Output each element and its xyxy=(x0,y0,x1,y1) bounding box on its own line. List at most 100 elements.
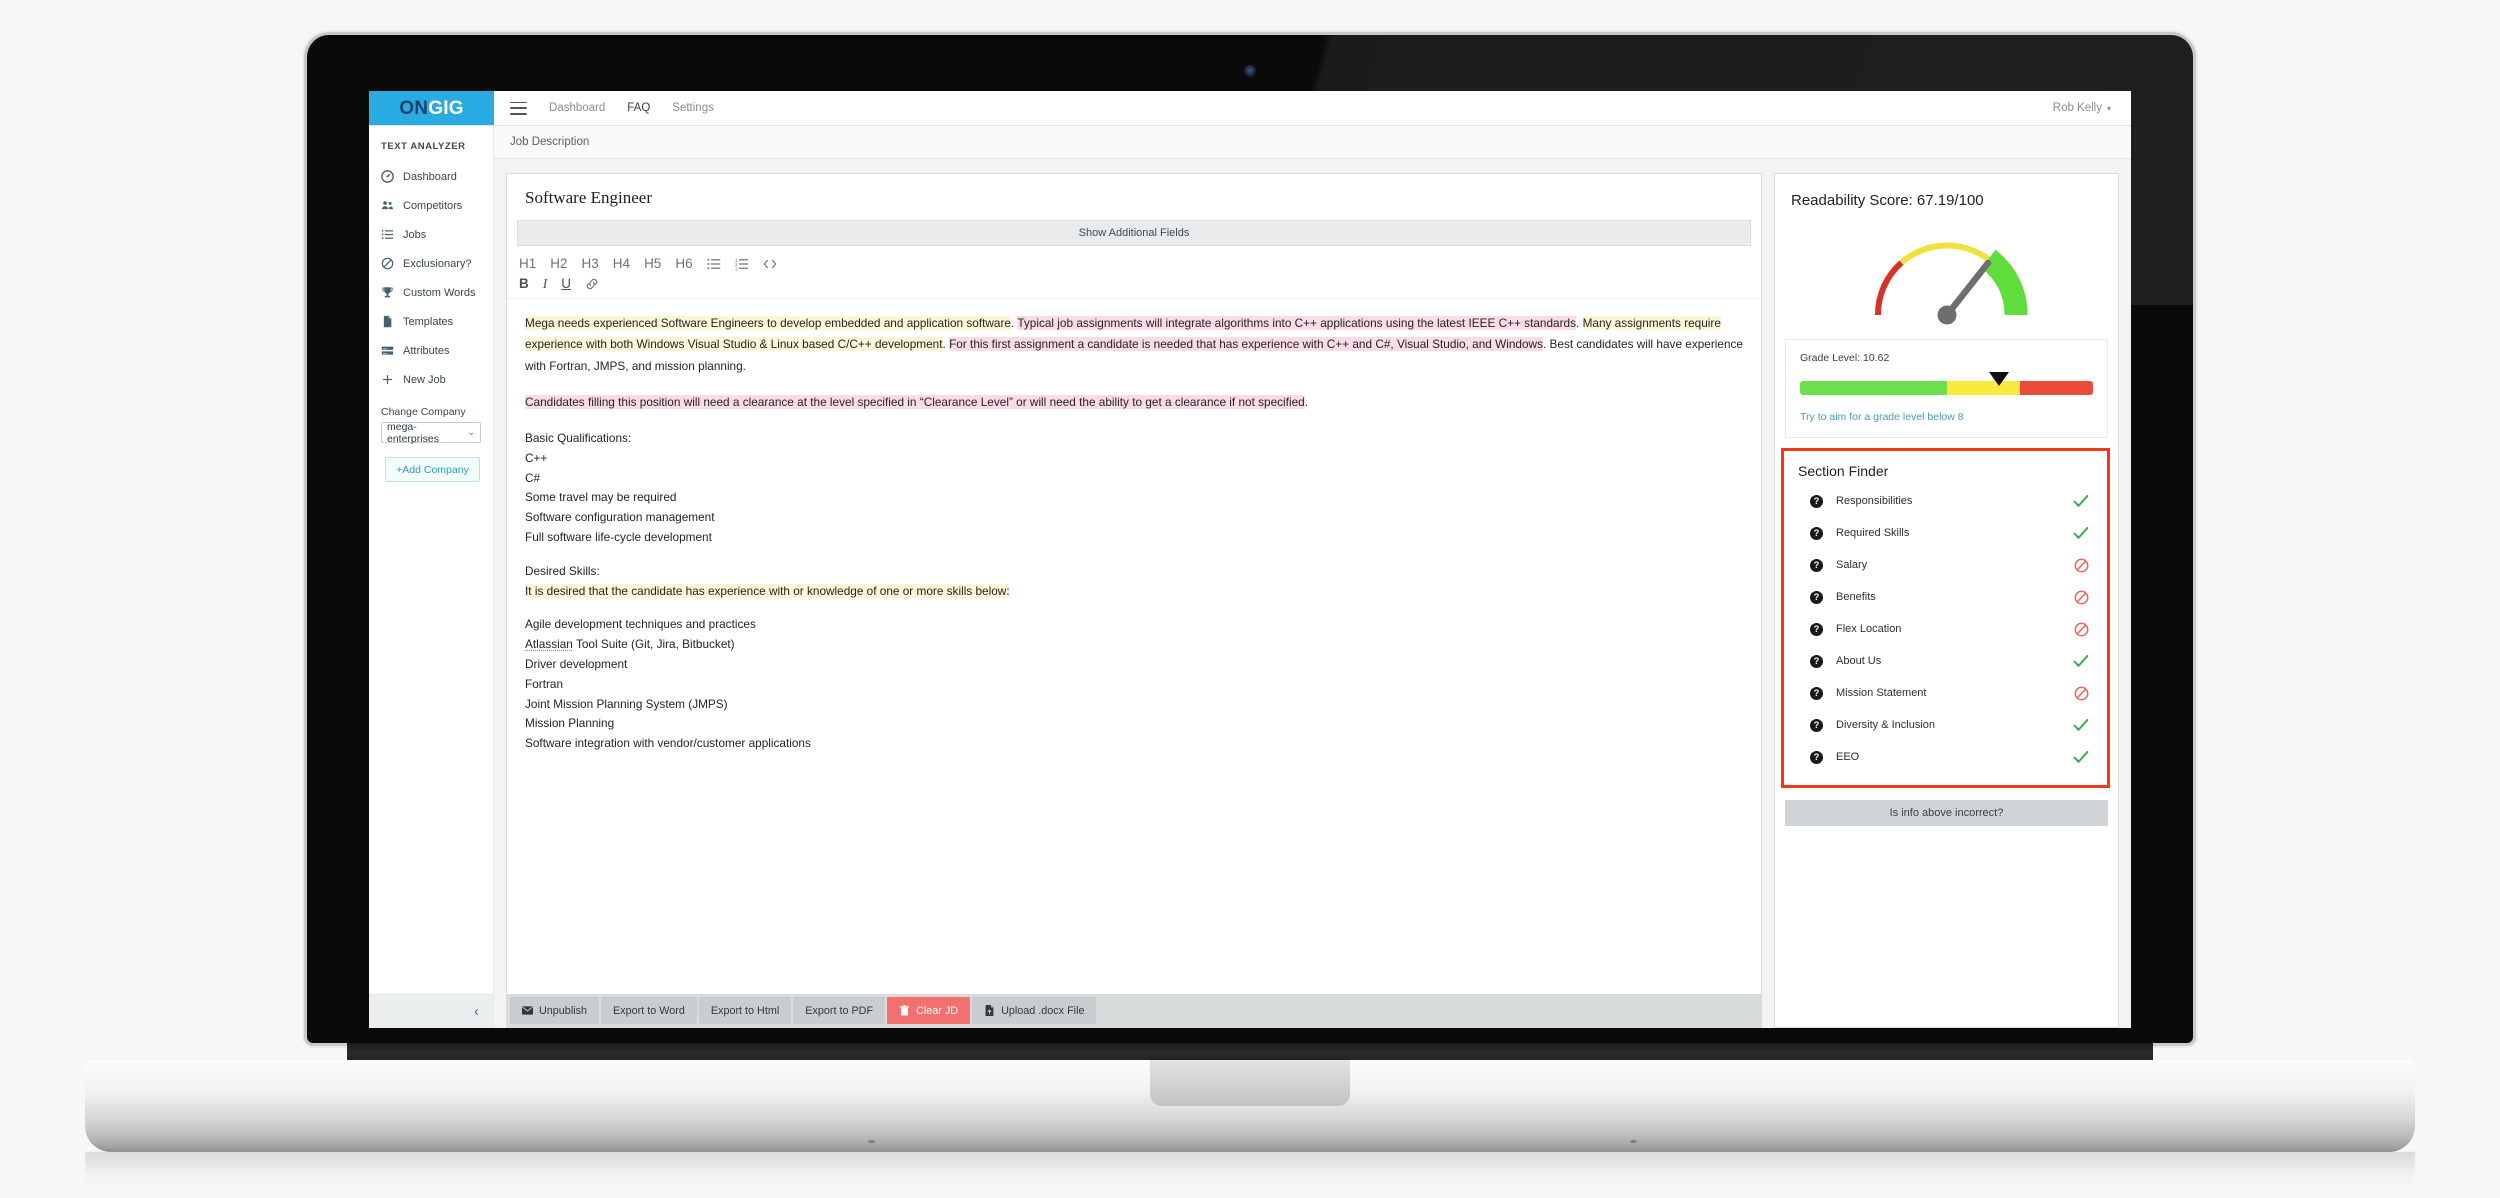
list-item: Full software life-cycle development xyxy=(525,529,712,544)
heading-h5-button[interactable]: H5 xyxy=(644,257,661,271)
jd-sentence: . xyxy=(1576,316,1583,330)
section-finder-row[interactable]: ? Required Skills xyxy=(1796,517,2095,549)
nav-link-dashboard[interactable]: Dashboard xyxy=(549,102,605,114)
unordered-list-icon[interactable] xyxy=(707,257,721,271)
show-additional-fields-button[interactable]: Show Additional Fields xyxy=(517,220,1751,246)
question-mark-icon[interactable]: ? xyxy=(1810,526,1823,540)
section-finder-row[interactable]: ? Responsibilities xyxy=(1796,485,2095,517)
section-finder-row[interactable]: ? Salary xyxy=(1796,549,2095,581)
grade-level-card: Grade Level: 10.62 Try to aim for a grad… xyxy=(1785,339,2108,438)
heading-h6-button[interactable]: H6 xyxy=(675,257,692,271)
app-body: TEXT ANALYZER Dashboard Competitors Jobs… xyxy=(369,126,2131,1028)
gauge-svg xyxy=(1874,242,2027,325)
list-item: Joint Mission Planning System (JMPS) xyxy=(525,696,728,711)
heading-h3-button[interactable]: H3 xyxy=(582,257,599,271)
sidebar-item-new-job[interactable]: New Job xyxy=(369,365,493,394)
sidebar-item-exclusionary[interactable]: Exclusionary? xyxy=(369,249,493,278)
section-finder-row[interactable]: ? Mission Statement xyxy=(1796,677,2095,709)
list-item: Agile development techniques and practic… xyxy=(525,617,756,632)
job-title-field[interactable]: Software Engineer xyxy=(507,174,1761,220)
export-to-word-button[interactable]: Export to Word xyxy=(601,997,697,1024)
question-mark-icon[interactable]: ? xyxy=(1810,558,1823,572)
clear-jd-button[interactable]: Clear JD xyxy=(887,997,971,1024)
section-finder-row[interactable]: ? Benefits xyxy=(1796,581,2095,613)
unpublish-button[interactable]: Unpublish xyxy=(510,997,600,1024)
webcam-icon xyxy=(1244,65,1256,77)
link-icon[interactable] xyxy=(585,277,599,291)
company-select-value: mega-enterprises xyxy=(387,420,439,445)
nav-link-faq[interactable]: FAQ xyxy=(627,102,650,114)
toolbar-row-headings: H1 H2 H3 H4 H5 H6 1 2 3 xyxy=(519,254,1749,274)
job-description-text-area[interactable]: Mega needs experienced Software Engineer… xyxy=(507,299,1761,994)
bars-icon xyxy=(381,344,394,357)
plus-icon xyxy=(381,373,394,386)
sidebar-item-label: Exclusionary? xyxy=(403,257,472,270)
ban-icon xyxy=(381,257,394,270)
jd-sentence: Candidates filling this position will ne… xyxy=(525,395,1305,410)
ordered-list-icon[interactable]: 123 xyxy=(735,257,749,271)
envelope-icon xyxy=(522,1005,533,1016)
user-menu[interactable]: Rob Kelly ▾ xyxy=(2053,91,2131,125)
users-icon xyxy=(381,199,394,212)
list-item: C++ xyxy=(525,450,548,465)
editor-footer-toolbar: Unpublish Export to Word Export to Html xyxy=(507,994,1761,1027)
section-finder-row[interactable]: ? Diversity & Inclusion xyxy=(1796,709,2095,741)
question-mark-icon[interactable]: ? xyxy=(1810,750,1823,764)
heading-h2-button[interactable]: H2 xyxy=(550,257,567,271)
question-mark-icon[interactable]: ? xyxy=(1810,654,1823,668)
question-mark-icon[interactable]: ? xyxy=(1810,622,1823,636)
section-label: Benefits xyxy=(1836,591,1876,603)
check-icon xyxy=(2071,654,2091,668)
section-finder-row[interactable]: ? EEO xyxy=(1796,741,2095,773)
hamburger-icon[interactable] xyxy=(510,101,527,115)
desired-skills-intro-text: It is desired that the candidate has exp… xyxy=(525,583,1010,598)
sidebar-item-competitors[interactable]: Competitors xyxy=(369,191,493,220)
ongig-logo[interactable]: ON GIG xyxy=(369,91,494,125)
chevron-down-icon: ⌄ xyxy=(467,427,475,437)
question-mark-icon[interactable]: ? xyxy=(1810,718,1823,732)
section-label: Salary xyxy=(1836,559,1868,571)
section-finder-row[interactable]: ? Flex Location xyxy=(1796,613,2095,645)
italic-button[interactable]: I xyxy=(543,277,548,291)
sidebar-item-attributes[interactable]: Attributes xyxy=(369,336,493,365)
sidebar-item-templates[interactable]: Templates xyxy=(369,307,493,336)
desired-skills-intro: It is desired that the candidate has exp… xyxy=(525,582,1743,602)
sidebar-item-label: Templates xyxy=(403,315,454,328)
list-item: Software configuration management xyxy=(525,510,715,525)
section-finder-row[interactable]: ? About Us xyxy=(1796,645,2095,677)
list-item: Software integration with vendor/custome… xyxy=(525,736,811,751)
button-label: Export to Word xyxy=(613,1004,685,1017)
top-navigation-bar: ON GIG Dashboard FAQ Settings Rob Kelly ▾ xyxy=(369,91,2131,126)
sidebar-item-jobs[interactable]: Jobs xyxy=(369,220,493,249)
jd-paragraph-1: Mega needs experienced Software Engineer… xyxy=(525,313,1743,377)
code-icon[interactable] xyxy=(763,257,777,271)
heading-h1-button[interactable]: H1 xyxy=(519,257,536,271)
export-to-pdf-button[interactable]: Export to PDF xyxy=(793,997,886,1024)
nav-link-settings[interactable]: Settings xyxy=(672,102,714,114)
logo-on-text: ON xyxy=(399,97,429,119)
question-mark-icon[interactable]: ? xyxy=(1810,686,1823,700)
check-icon xyxy=(2071,718,2091,732)
change-company-label: Change Company xyxy=(381,406,466,418)
add-company-button[interactable]: +Add Company xyxy=(385,457,480,482)
file-icon xyxy=(381,315,394,328)
export-to-html-button[interactable]: Export to Html xyxy=(698,997,792,1024)
sidebar-item-custom-words[interactable]: Custom Words xyxy=(369,278,493,307)
upload-docx-button[interactable]: Upload .docx File xyxy=(972,997,1097,1024)
question-mark-icon[interactable]: ? xyxy=(1810,590,1823,604)
button-label: Upload .docx File xyxy=(1001,1004,1085,1017)
sidebar-collapse-toggle[interactable]: ‹ xyxy=(369,994,493,1028)
sidebar-item-dashboard[interactable]: Dashboard xyxy=(369,162,493,191)
bold-button[interactable]: B xyxy=(519,277,529,291)
svg-text:3: 3 xyxy=(735,266,738,271)
company-select[interactable]: mega-enterprises ⌄ xyxy=(381,420,481,445)
jd-sentence: Typical job assignments will integrate a… xyxy=(1017,316,1576,330)
list-item: Mission Planning xyxy=(525,716,615,731)
heading-h4-button[interactable]: H4 xyxy=(613,257,630,271)
laptop-screen: ON GIG Dashboard FAQ Settings Rob Kelly ▾ xyxy=(369,91,2131,1028)
panes-row: Software Engineer Show Additional Fields… xyxy=(494,159,2131,1028)
underline-button[interactable]: U xyxy=(561,277,571,291)
is-info-incorrect-button[interactable]: Is info above incorrect? xyxy=(1785,800,2108,826)
question-mark-icon[interactable]: ? xyxy=(1810,494,1823,508)
